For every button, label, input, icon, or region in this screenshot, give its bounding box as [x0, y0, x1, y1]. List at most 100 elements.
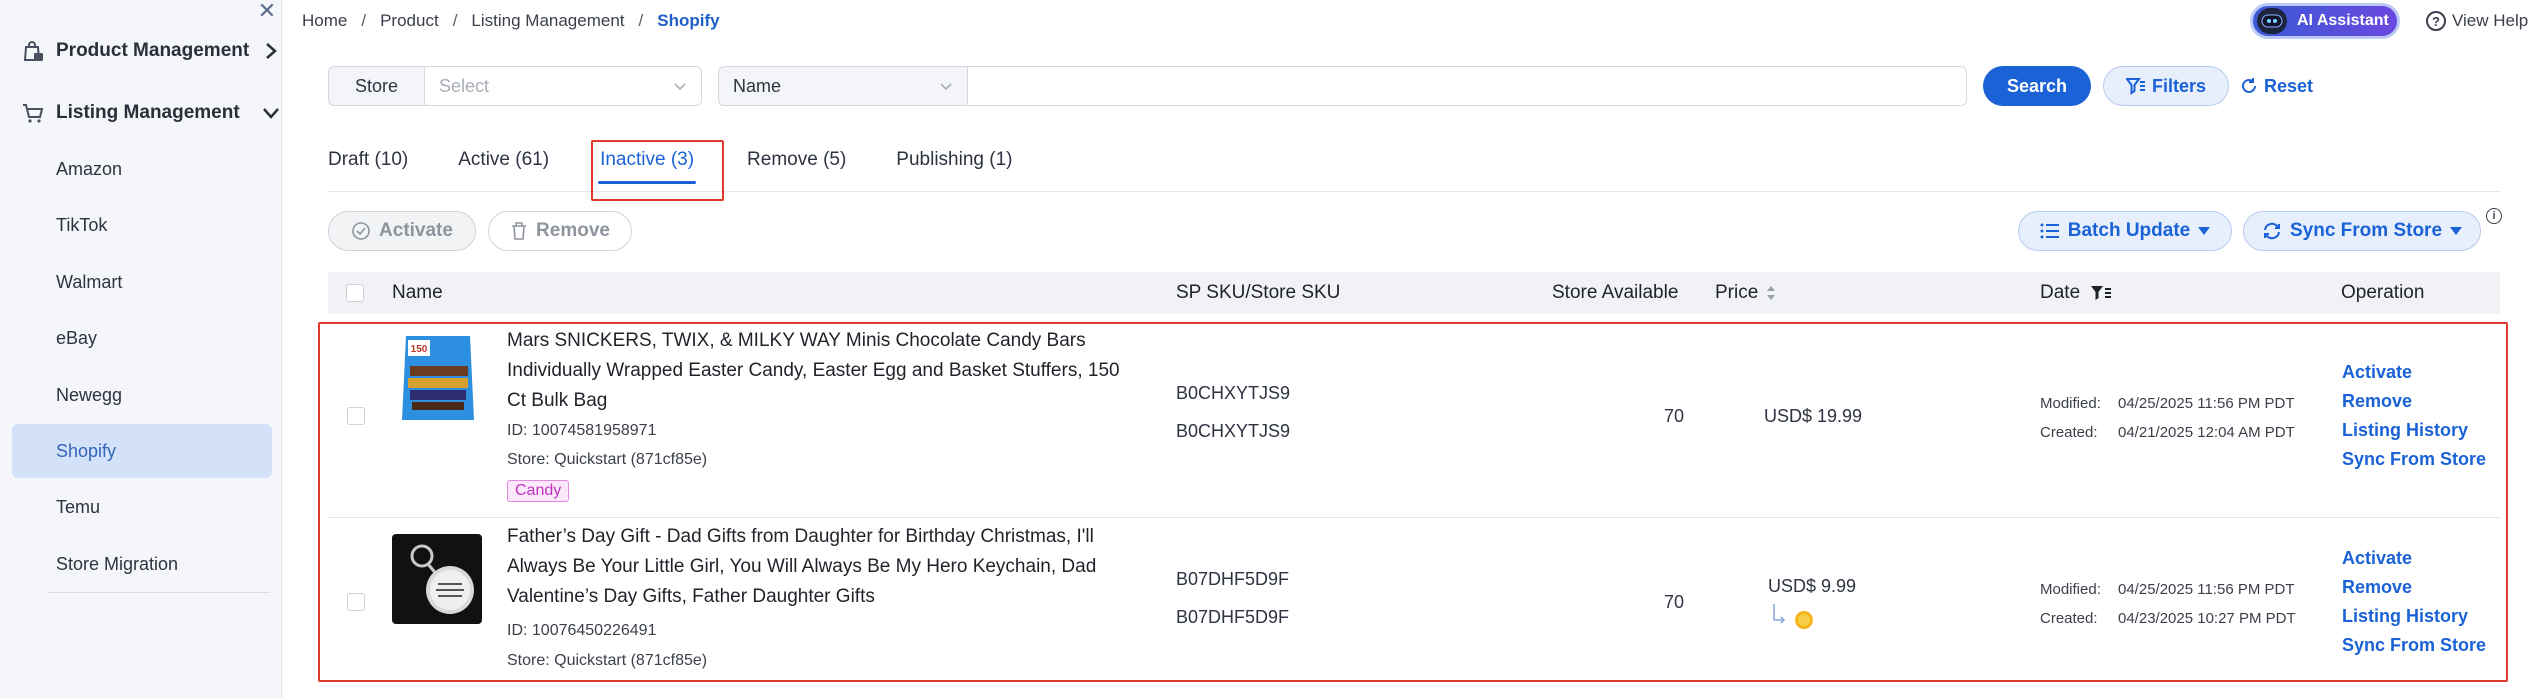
sort-icon [1766, 285, 1776, 301]
batch-update-button[interactable]: Batch Update [2018, 211, 2232, 251]
breadcrumb-separator: / [452, 11, 458, 30]
tab-draft[interactable]: Draft (10) [328, 140, 408, 180]
search-field-select[interactable]: Name [718, 66, 968, 106]
date-label: Date [2040, 282, 2081, 303]
sync-from-store-button[interactable]: Sync From Store [2243, 211, 2481, 251]
refresh-icon [2240, 77, 2258, 95]
sidebar-item-newegg[interactable]: Newegg [12, 368, 272, 422]
created-label: Created: [2040, 610, 2098, 627]
tab-publishing[interactable]: Publishing (1) [896, 140, 1012, 180]
view-help-link[interactable]: ? View Help [2426, 8, 2528, 34]
activate-link[interactable]: Activate [2342, 544, 2486, 573]
ai-assistant-button[interactable]: AI Assistant [2250, 3, 2400, 39]
price-rule-icon[interactable] [1768, 602, 1818, 632]
chevron-down-icon [261, 103, 281, 123]
remove-link[interactable]: Remove [2342, 387, 2486, 416]
sync-from-store-label: Sync From Store [2289, 220, 2443, 241]
created-date: Created: 04/21/2025 12:04 AM PDT [2040, 421, 2295, 442]
sidebar: ✕ Product Management Listing Management … [0, 0, 282, 698]
row-checkbox[interactable] [347, 407, 365, 425]
reset-label: Reset [2264, 75, 2314, 96]
chevron-right-icon [261, 41, 281, 61]
sidebar-item-tiktok[interactable]: TikTok [12, 198, 272, 252]
select-all-checkbox[interactable] [346, 284, 364, 302]
reset-button[interactable]: Reset [2240, 66, 2324, 106]
breadcrumb-separator: / [638, 11, 644, 30]
status-tabs: Draft (10) Active (61) Inactive (3) Remo… [328, 140, 1062, 192]
list-icon [2040, 223, 2060, 239]
product-tag: Candy [507, 480, 570, 502]
sidebar-item-walmart[interactable]: Walmart [12, 255, 272, 309]
robot-icon [2257, 8, 2287, 34]
select-all-checkbox-cell [346, 272, 364, 314]
listing-history-link[interactable]: Listing History [2342, 602, 2486, 631]
filter-icon [2125, 77, 2146, 95]
store-sku: B0CHXYTJS9 [1176, 421, 1291, 441]
price-label: Price [1715, 282, 1759, 303]
store-sku: B07DHF5D9F [1176, 607, 1290, 627]
close-icon[interactable]: ✕ [256, 0, 278, 22]
tab-remove[interactable]: Remove (5) [747, 140, 846, 180]
column-header-name: Name [392, 282, 443, 303]
remove-button[interactable]: Remove [488, 211, 632, 251]
filters-button[interactable]: Filters [2103, 66, 2229, 106]
remove-label: Remove [536, 220, 610, 241]
sp-sku: B07DHF5D9F [1176, 569, 1290, 589]
product-thumbnail[interactable]: 150 [400, 332, 476, 424]
caret-down-icon [2198, 227, 2211, 235]
product-title-line: Always Be Your Little Girl, You Will Alw… [507, 556, 1097, 577]
product-thumbnail[interactable] [392, 534, 482, 624]
breadcrumb-home[interactable]: Home [302, 11, 347, 31]
product-id: ID: 10076450226491 [507, 622, 657, 639]
sync-from-store-link[interactable]: Sync From Store [2342, 631, 2486, 660]
chevron-down-icon [673, 76, 687, 97]
sidebar-item-shopify[interactable]: Shopify [12, 424, 272, 478]
breadcrumb-listing-management[interactable]: Listing Management [471, 11, 624, 31]
cart-icon [20, 100, 46, 126]
store-select[interactable]: Select [425, 67, 701, 105]
tabs-divider [328, 191, 2500, 192]
info-icon[interactable]: i [2486, 208, 2502, 224]
ai-assistant-label: AI Assistant [2297, 12, 2389, 29]
chevron-down-icon [939, 76, 953, 97]
tab-active[interactable]: Active (61) [458, 140, 549, 180]
sidebar-group-product-management[interactable]: Product Management [20, 31, 281, 71]
sidebar-group-label: Product Management [56, 40, 250, 61]
activate-link[interactable]: Activate [2342, 358, 2486, 387]
column-header-date[interactable]: Date [2040, 272, 2112, 314]
activate-button[interactable]: Activate [328, 211, 476, 251]
product-title-line: Father’s Day Gift - Dad Gifts from Daugh… [507, 526, 1094, 547]
sidebar-group-listing-management[interactable]: Listing Management [20, 93, 281, 133]
tab-inactive[interactable]: Inactive (3) [598, 140, 697, 184]
sync-from-store-link[interactable]: Sync From Store [2342, 445, 2486, 474]
listing-history-link[interactable]: Listing History [2342, 416, 2486, 445]
price: USD$ 9.99 [1768, 576, 1857, 596]
store-select-placeholder: Select [439, 75, 490, 96]
sidebar-item-store-migration[interactable]: Store Migration [12, 537, 272, 591]
row-operations: Activate Remove Listing History Sync Fro… [2342, 544, 2486, 660]
sidebar-group-label: Listing Management [56, 102, 240, 123]
product-title[interactable]: Mars SNICKERS, TWIX, & MILKY WAY Minis C… [507, 326, 1147, 416]
column-header-store-available: Store Available [1552, 282, 1679, 303]
search-field-select-value: Name [733, 75, 782, 96]
svg-text:150: 150 [411, 344, 428, 355]
caret-down-icon [2450, 227, 2463, 235]
sidebar-item-temu[interactable]: Temu [12, 480, 272, 534]
search-input[interactable] [967, 66, 1967, 106]
breadcrumb-product[interactable]: Product [380, 11, 439, 31]
remove-link[interactable]: Remove [2342, 573, 2486, 602]
modified-date: Modified: 04/25/2025 11:56 PM PDT [2040, 578, 2295, 599]
column-header-price[interactable]: Price [1715, 272, 1776, 314]
breadcrumb-current: Shopify [657, 11, 720, 30]
breadcrumb-separator: / [361, 11, 367, 30]
sidebar-item-amazon[interactable]: Amazon [12, 142, 272, 196]
product-title-line: Ct Bulk Bag [507, 390, 608, 411]
search-button[interactable]: Search [1983, 66, 2091, 106]
modified-value: 04/25/2025 11:56 PM PDT [2118, 581, 2295, 598]
product-title[interactable]: Father’s Day Gift - Dad Gifts from Daugh… [507, 522, 1147, 612]
store-available: 70 [1664, 592, 1685, 612]
sidebar-item-ebay[interactable]: eBay [12, 311, 272, 365]
view-help-label: View Help [2452, 11, 2529, 30]
filter-icon [2090, 284, 2112, 302]
row-checkbox[interactable] [347, 593, 365, 611]
